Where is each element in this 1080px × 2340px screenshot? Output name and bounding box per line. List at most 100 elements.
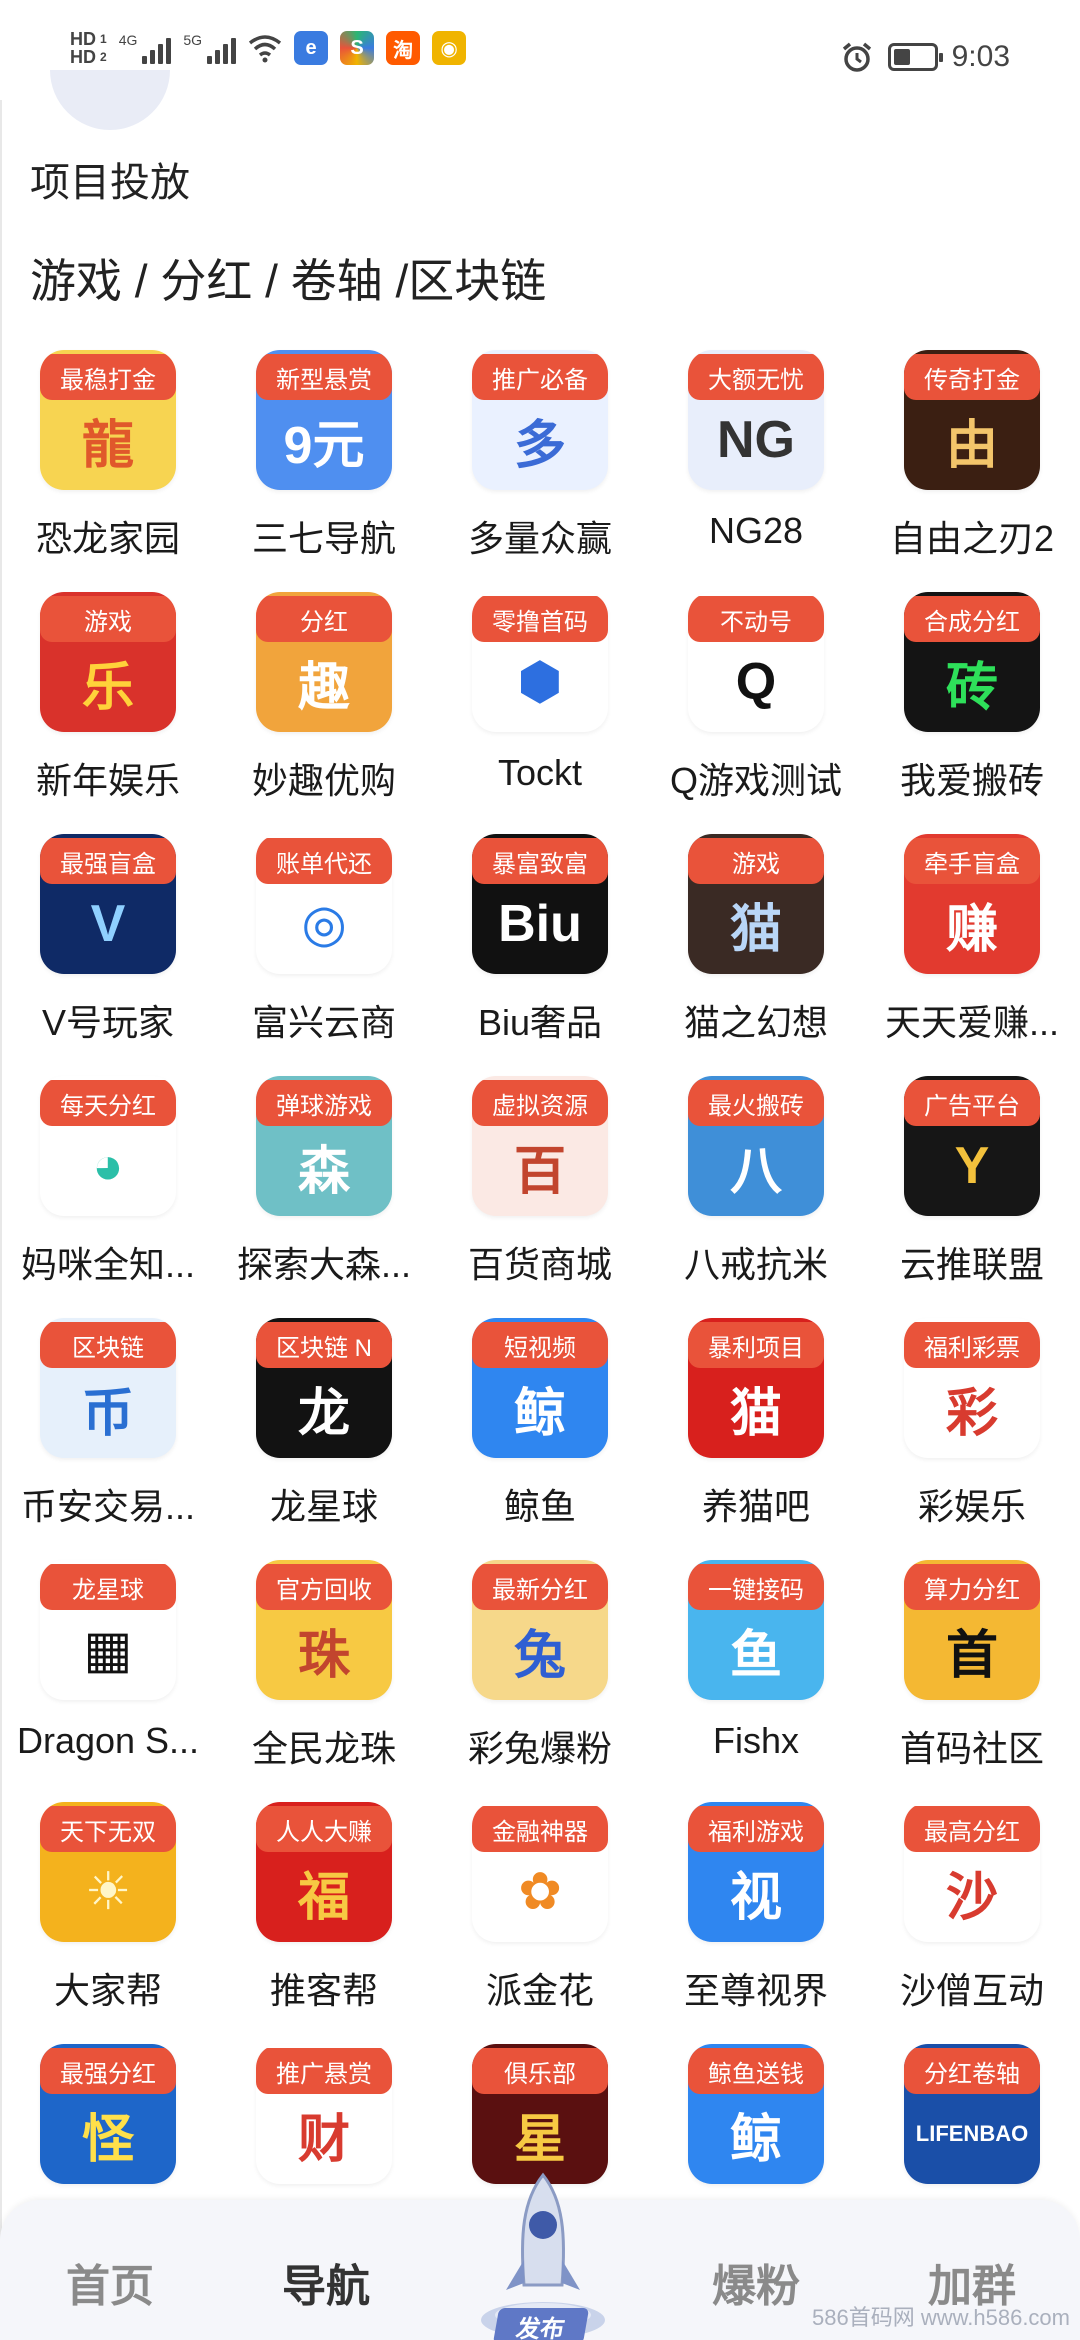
app-tile[interactable]: 彩福利彩票 — [904, 1318, 1040, 1458]
app-grid-item[interactable]: NG 大额无忧 NG28 — [648, 350, 864, 592]
publish-button[interactable]: 发布 — [492, 2308, 590, 2340]
app-grid-item[interactable]: 兔最新分红 彩兔爆粉 — [432, 1560, 648, 1802]
app-grid-item[interactable]: 鲸短视频 鲸鱼 — [432, 1318, 648, 1560]
nav-navigate[interactable]: 导航 — [282, 2250, 370, 2314]
app-grid-item[interactable]: 沙最高分红 沙僧互动 — [864, 1802, 1080, 2044]
app-tile[interactable]: ✿ 金融神器 — [472, 1802, 608, 1942]
app-grid-item[interactable]: 八最火搬砖 八戒抗米 — [648, 1076, 864, 1318]
app-grid-item[interactable]: Biu 暴富致富 Biu奢品 — [432, 834, 648, 1076]
app-grid-item[interactable]: ◕ 每天分红 妈咪全知... — [0, 1076, 216, 1318]
promo-badge: 人人大赚 — [256, 1806, 392, 1852]
app-tile[interactable]: 9元 新型悬赏 — [256, 350, 392, 490]
nav-home[interactable]: 首页 — [66, 2250, 154, 2314]
app-tile[interactable]: 怪最强分红 — [40, 2044, 176, 2184]
promo-badge: 新型悬赏 — [256, 354, 392, 400]
app-name: V号玩家 — [41, 1002, 174, 1043]
app-tile[interactable]: ◎ 账单代还 — [256, 834, 392, 974]
app-grid-item[interactable]: 赚 牵手盲盒 天天爱赚... — [864, 834, 1080, 1076]
app-icon: 兔 — [513, 1626, 566, 1685]
app-grid-item[interactable]: ✿ 金融神器 派金花 — [432, 1802, 648, 2044]
app-icon: 由 — [945, 416, 998, 475]
app-grid-item[interactable]: ⬢ 零撸首码 Tockt — [432, 592, 648, 834]
app-grid-item[interactable]: 乐游戏 新年娱乐 — [0, 592, 216, 834]
promo-badge: 分红卷轴 — [904, 2048, 1040, 2094]
app-tile[interactable]: 猫暴利项目 — [688, 1318, 824, 1458]
app-tile[interactable]: 财推广悬赏 — [256, 2044, 392, 2184]
app-grid-item[interactable]: 鱼 一键接码 Fishx — [648, 1560, 864, 1802]
app-grid-item[interactable]: 龍最稳打金 恐龙家园 — [0, 350, 216, 592]
app-grid-item[interactable]: 由 传奇打金 自由之刃2 — [864, 350, 1080, 592]
app-tile[interactable]: 兔最新分红 — [472, 1560, 608, 1700]
app-grid-item[interactable]: 砖合成分红 我爱搬砖 — [864, 592, 1080, 834]
app-tile[interactable]: 珠官方回收 — [256, 1560, 392, 1700]
app-tile[interactable]: 鲸鲸鱼送钱 — [688, 2044, 824, 2184]
app-tile[interactable]: 猫游戏 — [688, 834, 824, 974]
app-tile[interactable]: ☀ 天下无双 — [40, 1802, 176, 1942]
qr-code-icon: ▦ — [83, 1621, 133, 1679]
app-grid-item[interactable]: 福人人大赚 推客帮 — [216, 1802, 432, 2044]
app-tile[interactable]: 币区块链 — [40, 1318, 176, 1458]
app-tile[interactable]: Q 不动号 — [688, 592, 824, 732]
app-tile[interactable]: V 最强盲盒 — [40, 834, 176, 974]
app-name: 大家帮 — [53, 1970, 162, 2011]
app-icon: 怪 — [81, 2110, 134, 2169]
app-grid-item[interactable]: V 最强盲盒 V号玩家 — [0, 834, 216, 1076]
app-grid-item[interactable]: Y 广告平台 云推联盟 — [864, 1076, 1080, 1318]
avatar[interactable] — [50, 70, 170, 130]
app-icon: 沙 — [945, 1868, 998, 1927]
app-tile[interactable]: 砖合成分红 — [904, 592, 1040, 732]
app-grid-item[interactable]: ☀ 天下无双大家帮 — [0, 1802, 216, 2044]
app-grid-item[interactable]: 9元 新型悬赏 三七导航 — [216, 350, 432, 592]
category-filter[interactable]: 游戏 / 分红 / 卷轴 /区块链 — [30, 245, 546, 311]
app-tile[interactable]: 森弹球游戏 — [256, 1076, 392, 1216]
app-grid-item[interactable]: 首算力分红 首码社区 — [864, 1560, 1080, 1802]
app-grid-item[interactable]: 森 弹球游戏 探索大森... — [216, 1076, 432, 1318]
app-tile[interactable]: 赚牵手盲盒 — [904, 834, 1040, 974]
app-grid-item[interactable]: 猫暴利项目 养猫吧 — [648, 1318, 864, 1560]
app-icon: 龙 — [297, 1384, 350, 1443]
promo-badge: 传奇打金 — [904, 354, 1040, 400]
app-tile[interactable]: 龍最稳打金 — [40, 350, 176, 490]
app-tile[interactable]: 福人人大赚 — [256, 1802, 392, 1942]
app-tile[interactable]: 星俱乐部 — [472, 2044, 608, 2184]
app-name: Q游戏测试 — [669, 760, 842, 801]
app-tile[interactable]: 鲸短视频 — [472, 1318, 608, 1458]
app-tile[interactable]: NG 大额无忧 — [688, 350, 824, 490]
app-tile[interactable]: 视福利游戏 — [688, 1802, 824, 1942]
app-tile[interactable]: 多推广必备 — [472, 350, 608, 490]
app-tile[interactable]: 龙 区块链 N — [256, 1318, 392, 1458]
app-grid-item[interactable]: 趣分红 妙趣优购 — [216, 592, 432, 834]
app-tile[interactable]: 趣分红 — [256, 592, 392, 732]
app-grid-item[interactable]: 猫游戏 猫之幻想 — [648, 834, 864, 1076]
app-grid-item[interactable]: ◎ 账单代还富兴云商 — [216, 834, 432, 1076]
app-icon: 鲸 — [729, 2110, 782, 2169]
app-tile[interactable]: ⬢ 零撸首码 — [472, 592, 608, 732]
app-tile[interactable]: 鱼一键接码 — [688, 1560, 824, 1700]
nav-fans[interactable]: 爆粉 — [712, 2250, 800, 2314]
app-grid-item[interactable]: 彩福利彩票 彩娱乐 — [864, 1318, 1080, 1560]
app-grid-item[interactable]: ▦ 龙星球 Dragon S... — [0, 1560, 216, 1802]
flower-icon: ✿ — [518, 1863, 562, 1921]
app-tile[interactable]: ▦ 龙星球 — [40, 1560, 176, 1700]
app-tile[interactable]: 乐游戏 — [40, 592, 176, 732]
app-grid-item[interactable]: 币 区块链 币安交易... — [0, 1318, 216, 1560]
app-grid-item[interactable]: Q 不动号 Q游戏测试 — [648, 592, 864, 834]
app-tile[interactable]: LIFENBAO 分红卷轴 — [904, 2044, 1040, 2184]
app-grid-item[interactable]: 珠官方回收 全民龙珠 — [216, 1560, 432, 1802]
app-tile[interactable]: 百虚拟资源 — [472, 1076, 608, 1216]
app-grid-item[interactable]: 多推广必备 多量众赢 — [432, 350, 648, 592]
app-tile[interactable]: 沙最高分红 — [904, 1802, 1040, 1942]
app-grid-item[interactable]: 龙 区块链 N 龙星球 — [216, 1318, 432, 1560]
promo-badge: 短视频 — [472, 1322, 608, 1368]
app-tile[interactable]: 首算力分红 — [904, 1560, 1040, 1700]
app-tile[interactable]: 由传奇打金 — [904, 350, 1040, 490]
app-name: 彩兔爆粉 — [467, 1728, 612, 1769]
app-icon: NG — [717, 411, 795, 469]
app-grid-item[interactable]: 百虚拟资源 百货商城 — [432, 1076, 648, 1318]
app-tile[interactable]: Y 广告平台 — [904, 1076, 1040, 1216]
app-tile[interactable]: ◕ 每天分红 — [40, 1076, 176, 1216]
app-tile[interactable]: 八最火搬砖 — [688, 1076, 824, 1216]
app-name: 富兴云商 — [251, 1002, 396, 1043]
app-tile[interactable]: Biu 暴富致富 — [472, 834, 608, 974]
app-grid-item[interactable]: 视福利游戏 至尊视界 — [648, 1802, 864, 2044]
